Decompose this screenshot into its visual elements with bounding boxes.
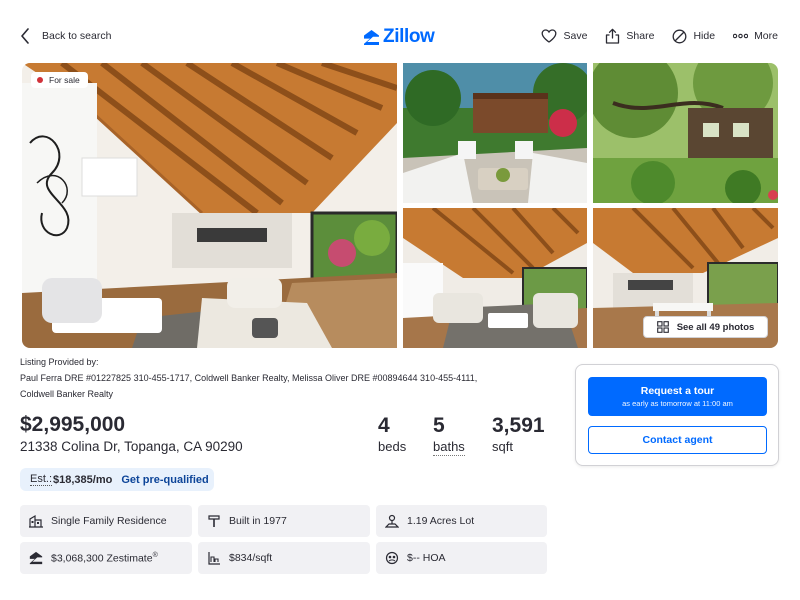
top-bar: Back to search Zillow Save Share Hide Mo…	[0, 20, 800, 56]
zillow-logo-icon	[364, 29, 379, 45]
listing-provider-info: Listing Provided by: Paul Ferra DRE #012…	[20, 354, 540, 402]
price-per-sqft-label: $834/sqft	[229, 552, 273, 564]
see-all-photos-button[interactable]: See all 49 photos	[643, 316, 768, 338]
building-icon	[29, 514, 43, 528]
listing-price: $2,995,000	[20, 413, 126, 436]
sqft-label: sqft	[492, 439, 513, 454]
for-sale-badge: For sale	[31, 72, 88, 88]
see-all-photos-label: See all 49 photos	[676, 321, 755, 333]
header-actions: Save Share Hide More	[541, 28, 778, 44]
share-icon	[606, 28, 620, 44]
more-button[interactable]: More	[733, 28, 778, 44]
gallery-photo-dining[interactable]: See all 49 photos	[593, 208, 778, 348]
hide-icon	[673, 29, 687, 43]
living-room-image	[22, 63, 397, 348]
save-button[interactable]: Save	[541, 28, 587, 44]
contact-agent-button[interactable]: Contact agent	[588, 426, 767, 454]
contact-card: Request a tour as early as tomorrow at 1…	[575, 364, 779, 466]
deck-image	[403, 63, 587, 203]
back-to-search-label: Back to search	[42, 30, 112, 42]
zestimate-text: $3,068,300 Zestimate	[51, 552, 153, 565]
hoa-label: $-- HOA	[407, 552, 446, 564]
more-label: More	[754, 30, 778, 42]
zestimate-icon	[29, 551, 43, 565]
save-label: Save	[563, 30, 588, 42]
bed-bath-sqft-summary: 4 beds 5 baths 3,591 sqft	[378, 414, 545, 456]
request-tour-label: Request a tour	[640, 385, 715, 397]
photo-gallery: For sale See all 49 photos	[22, 63, 778, 348]
status-dot-icon	[37, 77, 43, 83]
hide-button[interactable]: Hide	[672, 28, 715, 44]
exterior-image	[593, 63, 778, 203]
back-to-search-link[interactable]: Back to search	[20, 28, 111, 44]
more-icon	[733, 33, 749, 39]
logo-wordmark: Zillow	[383, 26, 435, 47]
sqft-count: 3,591	[492, 414, 545, 437]
baths-label[interactable]: baths	[433, 439, 465, 456]
baths-fact[interactable]: 5 baths	[433, 414, 492, 456]
beds-fact: 4 beds	[378, 414, 433, 456]
share-label: Share	[626, 30, 655, 42]
gallery-photo-deck[interactable]	[403, 63, 587, 203]
year-built-tile: Built in 1977	[198, 505, 370, 537]
for-sale-label: For sale	[49, 75, 80, 85]
grid-icon	[656, 321, 669, 333]
year-built-label: Built in 1977	[229, 515, 287, 527]
price-per-sqft-tile: $834/sqft	[198, 542, 370, 574]
lot-size-icon	[385, 514, 399, 528]
zestimate-value: $3,068,300 Zestimate®	[51, 552, 158, 565]
get-pre-qualified-link[interactable]: Get pre-qualified	[121, 474, 208, 486]
lot-size-label: 1.19 Acres Lot	[407, 515, 475, 527]
lot-size-tile: 1.19 Acres Lot	[376, 505, 547, 537]
home-type-label: Single Family Residence	[51, 515, 167, 527]
home-facts-grid: Single Family Residence Built in 1977 1.…	[20, 505, 547, 574]
provided-by-title: Listing Provided by:	[20, 357, 99, 367]
provided-by-line-1: Paul Ferra DRE #01227825 310-455-1717, C…	[20, 373, 478, 383]
gallery-photo-exterior[interactable]	[593, 63, 778, 203]
hoa-tile: $-- HOA	[376, 542, 547, 574]
heart-icon	[542, 29, 557, 43]
sqft-fact: 3,591 sqft	[492, 414, 545, 456]
zestimate-tile: $3,068,300 Zestimate®	[20, 542, 192, 574]
chevron-left-icon	[21, 28, 29, 44]
share-button[interactable]: Share	[605, 28, 654, 44]
home-type-tile: Single Family Residence	[20, 505, 192, 537]
beds-count: 4	[378, 414, 390, 437]
price-per-sqft-icon	[208, 552, 220, 565]
gallery-photo-living[interactable]	[403, 208, 587, 348]
zillow-logo[interactable]: Zillow	[363, 26, 435, 48]
baths-count: 5	[433, 414, 445, 437]
hide-label: Hide	[693, 30, 716, 42]
hoa-icon	[385, 551, 399, 565]
beds-label: beds	[378, 439, 407, 454]
listing-address: 21338 Colina Dr, Topanga, CA 90290	[20, 439, 243, 454]
request-tour-sublabel: as early as tomorrow at 11:00 am	[622, 399, 733, 408]
provided-by-line-2: Coldwell Banker Realty	[20, 389, 114, 399]
living-interior-image	[403, 208, 587, 348]
est-payment-label[interactable]: Est.:	[30, 473, 53, 486]
estimated-payment-banner: Est.: $18,385/mo Get pre-qualified	[20, 468, 214, 491]
request-a-tour-button[interactable]: Request a tour as early as tomorrow at 1…	[588, 377, 767, 416]
main-photo[interactable]: For sale	[22, 63, 397, 348]
registered-mark: ®	[152, 551, 158, 559]
hammer-icon	[208, 515, 220, 527]
est-payment-value: $18,385/mo	[53, 473, 113, 486]
